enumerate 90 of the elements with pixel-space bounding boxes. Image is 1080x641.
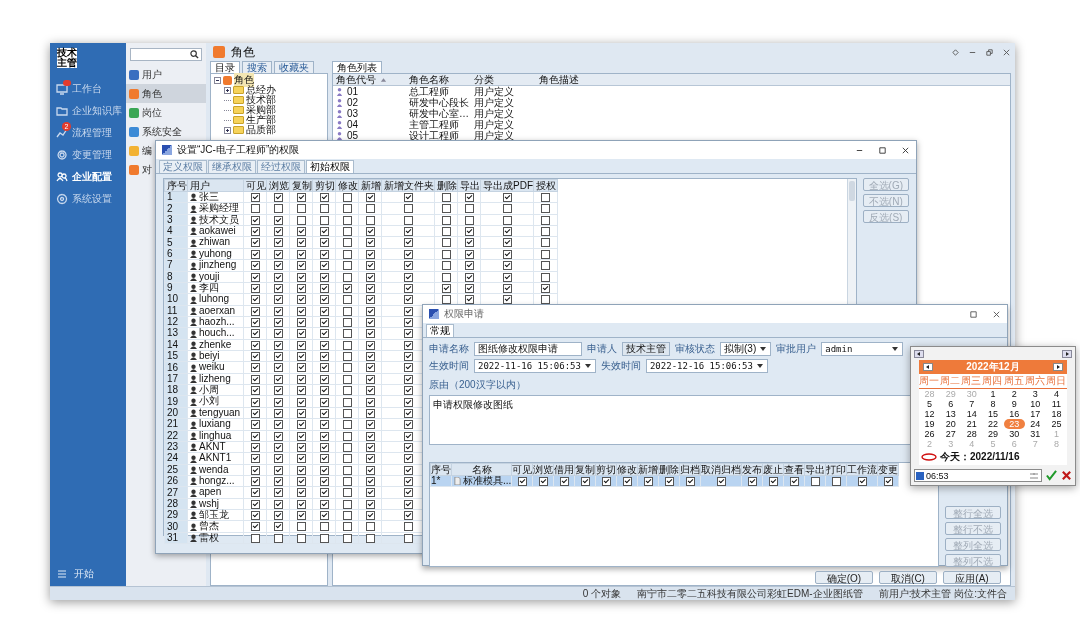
row-number: 22 — [164, 430, 188, 442]
user-name: aokawei — [199, 225, 236, 237]
logo: 技术主管 — [57, 48, 77, 68]
status-text: 南宁市二零二五科技有限公司彩虹EDM-企业图纸管 — [637, 586, 863, 601]
table-cell-text: 用户定义 — [473, 129, 515, 143]
user-name: yuhong — [199, 248, 232, 260]
status-text: 前用户:技术主管 岗位:文件合 — [878, 586, 1007, 601]
weekday-label: 周二 — [940, 374, 961, 388]
user-name: 邹玉龙 — [199, 509, 229, 521]
user-name: tengyuan — [199, 407, 241, 419]
user-name: luxiang — [199, 418, 231, 430]
weekday-label: 周五 — [1003, 374, 1025, 388]
user-name: aoerxan — [199, 304, 236, 316]
item-name: 标准模具... — [463, 475, 512, 487]
user-name: 小周 — [199, 384, 219, 396]
user-name: 小刘 — [199, 395, 219, 407]
field-label: 申请名称 — [429, 342, 469, 356]
weekday-label: 周四 — [982, 374, 1004, 388]
weekday-label: 周三 — [961, 374, 982, 388]
user-name: luhong — [199, 293, 230, 305]
table-cell-text: 总工程师 — [408, 85, 449, 97]
weekday-label: 周日 — [1045, 374, 1067, 388]
user-name: AKNT — [199, 441, 226, 453]
user-name: hongz... — [199, 475, 235, 487]
row-number: 26 — [164, 475, 188, 487]
row-number: 28 — [164, 498, 188, 510]
user-name: 技术文员 — [199, 214, 239, 226]
field-label: 申请人 — [587, 342, 617, 356]
field-label: 审核状态 — [675, 342, 715, 356]
table-cell: 05 — [333, 130, 406, 141]
row-number: 17 — [164, 373, 188, 385]
user-name: lizheng — [199, 373, 231, 385]
table-cell-text: 研发中心室… — [408, 106, 470, 119]
table-cell: 04 — [333, 119, 406, 130]
table-cell-text: 设计工程师 — [408, 129, 460, 143]
user-name: apen — [199, 486, 222, 498]
row-number: 29 — [164, 509, 188, 521]
row-number: 25 — [164, 464, 188, 476]
dialog-title: 权限申请 — [444, 307, 484, 321]
user-name: AKNT1 — [199, 452, 232, 464]
field-label: 审批用户 — [776, 342, 817, 356]
table-cell: 03 — [333, 108, 406, 119]
user-name: wenda — [199, 464, 229, 475]
row-number: 1* — [430, 475, 452, 487]
user-name: weiku — [199, 361, 225, 373]
row-number: 1 — [164, 191, 188, 203]
user-name: 雷权 — [199, 532, 219, 544]
row-number: 11 — [164, 305, 188, 317]
table-cell-text: 用户定义 — [473, 107, 515, 120]
row-number: 20 — [164, 407, 188, 419]
weekday-label: 周一 — [919, 374, 940, 388]
row-number: 3 — [164, 214, 188, 226]
user-name: zhiwan — [199, 236, 231, 248]
weekday-label: 周六 — [1024, 374, 1046, 388]
table-cell-text: 研发中心段长 — [408, 96, 470, 108]
table-cell-text: 主管工程师 — [408, 117, 459, 130]
field-label: 失效时间 — [600, 359, 641, 373]
user-name: 采购经理 — [199, 202, 239, 214]
row-number: 18 — [164, 384, 188, 396]
user-name: houch... — [199, 327, 235, 339]
status-text: 0 个对象 — [582, 586, 622, 601]
row-number: 14 — [164, 339, 188, 351]
table-cell-text: 用户定义 — [473, 96, 515, 109]
user-name: 张三 — [199, 191, 219, 203]
table-cell: 01 — [333, 86, 406, 97]
row-number: 15 — [164, 350, 188, 362]
user-name: zhenke — [199, 339, 232, 351]
month-title: 2022年12月 — [966, 360, 1020, 374]
user-name: 李四 — [199, 282, 219, 294]
row-number: 12 — [164, 316, 188, 328]
field-label: 生效时间 — [429, 359, 469, 373]
row-number: 9 — [164, 282, 188, 294]
table-cell-text: 用户定义 — [473, 85, 515, 98]
user-name: beiyi — [199, 350, 220, 362]
table-cell: 02 — [333, 97, 406, 108]
row-number: 6 — [164, 248, 188, 260]
row-number: 8 — [164, 271, 188, 283]
row-number: 31 — [164, 532, 188, 544]
row-number: 23 — [164, 441, 188, 453]
user-name: linghua — [199, 429, 232, 441]
user-name: 曾杰 — [199, 520, 219, 532]
dialog-title: 设置“JC-电子工程师”的权限 — [177, 143, 300, 157]
user-name: jinzheng — [199, 259, 237, 271]
user-name: youji — [199, 270, 220, 282]
table-cell-text: 用户定义 — [473, 118, 515, 131]
field-label: 原由（200汉字以内） — [429, 378, 526, 392]
user-name: wshj — [199, 498, 219, 510]
page-title: 角色 — [231, 43, 255, 61]
row-number: 4 — [164, 225, 188, 237]
user-name: haozh... — [199, 316, 235, 328]
